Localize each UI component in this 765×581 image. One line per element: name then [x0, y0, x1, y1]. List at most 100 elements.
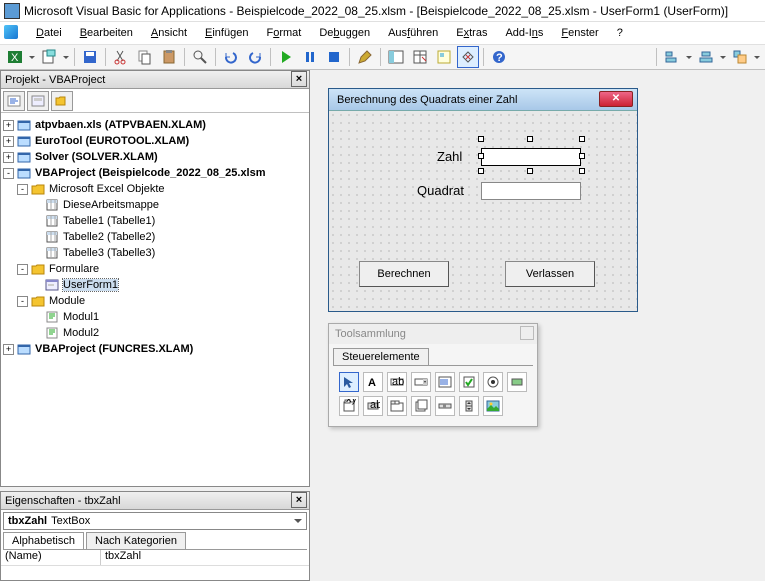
textbox-zahl[interactable] [481, 148, 581, 166]
tab-kategorien[interactable]: Nach Kategorien [86, 532, 186, 549]
dropdown-icon[interactable] [62, 56, 70, 59]
tab-alphabetisch[interactable]: Alphabetisch [3, 532, 84, 549]
object-selector-combo[interactable]: tbxZahl TextBox [3, 512, 307, 530]
expand-icon[interactable]: + [3, 344, 14, 355]
cut-button[interactable] [110, 46, 132, 68]
save-button[interactable] [79, 46, 101, 68]
resize-handle[interactable] [478, 168, 484, 174]
resize-handle[interactable] [579, 168, 585, 174]
redo-button[interactable] [244, 46, 266, 68]
tree-item[interactable]: UserForm1 [3, 277, 307, 293]
menu-help[interactable]: ? [609, 25, 631, 41]
toggle-folders-button[interactable] [51, 91, 73, 111]
tree-item[interactable]: +VBAProject (FUNCRES.XLAM) [3, 341, 307, 357]
find-button[interactable] [189, 46, 211, 68]
resize-handle[interactable] [527, 136, 533, 142]
view-object-button[interactable] [27, 91, 49, 111]
resize-handle[interactable] [478, 136, 484, 142]
toolbox-button[interactable] [457, 46, 479, 68]
properties-button[interactable] [409, 46, 431, 68]
tool-label[interactable]: A [363, 372, 383, 392]
tool-frame[interactable]: xy [339, 396, 359, 416]
copy-button[interactable] [134, 46, 156, 68]
paste-button[interactable] [158, 46, 180, 68]
menu-extras[interactable]: Extras [448, 25, 495, 41]
dropdown-icon[interactable] [685, 56, 693, 59]
tool-checkbox[interactable] [459, 372, 479, 392]
tree-item[interactable]: Modul2 [3, 325, 307, 341]
view-code-button[interactable] [3, 91, 25, 111]
menu-fenster[interactable]: Fenster [553, 25, 606, 41]
align-button[interactable] [661, 46, 683, 68]
userform-designer[interactable]: Berechnung des Quadrats einer Zahl ✕ Zah… [328, 88, 638, 312]
menu-addins[interactable]: Add-Ins [497, 25, 551, 41]
dropdown-icon[interactable] [28, 56, 36, 59]
tree-item[interactable]: -Microsoft Excel Objekte [3, 181, 307, 197]
menu-debuggen[interactable]: Debuggen [311, 25, 378, 41]
dropdown-icon[interactable] [753, 56, 761, 59]
tree-item[interactable]: -Module [3, 293, 307, 309]
tool-multipage[interactable] [411, 396, 431, 416]
tool-optionbutton[interactable] [483, 372, 503, 392]
expand-icon[interactable]: + [3, 120, 14, 131]
toolbox-titlebar[interactable]: Toolsammlung [329, 324, 537, 344]
view-excel-button[interactable]: X [4, 46, 26, 68]
tree-item[interactable]: +atpvbaen.xls (ATPVBAEN.XLAM) [3, 117, 307, 133]
menu-datei[interactable]: Datei [28, 25, 70, 41]
expand-icon[interactable]: - [17, 296, 28, 307]
tree-item[interactable]: -Formulare [3, 261, 307, 277]
tree-item[interactable]: Tabelle1 (Tabelle1) [3, 213, 307, 229]
close-icon[interactable]: × [291, 492, 307, 508]
expand-icon[interactable]: + [3, 152, 14, 163]
expand-icon[interactable]: + [3, 136, 14, 147]
tree-item[interactable]: Modul1 [3, 309, 307, 325]
project-tree[interactable]: +atpvbaen.xls (ATPVBAEN.XLAM)+EuroTool (… [1, 113, 309, 486]
resize-handle[interactable] [527, 168, 533, 174]
button-verlassen[interactable]: Verlassen [505, 261, 595, 287]
label-quadrat[interactable]: Quadrat [417, 183, 464, 198]
resize-handle[interactable] [478, 153, 484, 159]
close-icon[interactable]: × [291, 71, 307, 87]
design-mode-button[interactable] [354, 46, 376, 68]
property-row[interactable]: (Name) tbxZahl [1, 550, 309, 566]
toolbox-close-button[interactable] [520, 326, 534, 340]
tool-textbox[interactable]: ab [387, 372, 407, 392]
tool-combobox[interactable] [411, 372, 431, 392]
tool-listbox[interactable] [435, 372, 455, 392]
tree-item[interactable]: -VBAProject (Beispielcode_2022_08_25.xls… [3, 165, 307, 181]
tree-item[interactable]: Tabelle3 (Tabelle3) [3, 245, 307, 261]
tool-pointer[interactable] [339, 372, 359, 392]
tool-tabstrip[interactable] [387, 396, 407, 416]
tool-image[interactable] [483, 396, 503, 416]
project-explorer-button[interactable] [385, 46, 407, 68]
tool-togglebutton[interactable] [507, 372, 527, 392]
tree-item[interactable]: +EuroTool (EUROTOOL.XLAM) [3, 133, 307, 149]
tree-item[interactable]: Tabelle2 (Tabelle2) [3, 229, 307, 245]
object-browser-button[interactable] [433, 46, 455, 68]
expand-icon[interactable]: - [3, 168, 14, 179]
menu-bearbeiten[interactable]: Bearbeiten [72, 25, 141, 41]
toolbox-window[interactable]: Toolsammlung Steuerelemente A ab xy ab [328, 323, 538, 427]
size-button[interactable] [729, 46, 751, 68]
userform-body[interactable]: Zahl Quadrat Berechnen Verlassen [329, 111, 637, 311]
tool-commandbutton[interactable]: ab [363, 396, 383, 416]
button-berechnen[interactable]: Berechnen [359, 261, 449, 287]
label-zahl[interactable]: Zahl [437, 149, 462, 164]
properties-grid[interactable]: (Name) tbxZahl [1, 550, 309, 580]
menu-ausfuehren[interactable]: Ausführen [380, 25, 446, 41]
insert-button[interactable] [38, 46, 60, 68]
resize-handle[interactable] [579, 136, 585, 142]
toolbox-tab-controls[interactable]: Steuerelemente [333, 348, 429, 365]
expand-icon[interactable]: - [17, 264, 28, 275]
run-button[interactable] [275, 46, 297, 68]
expand-icon[interactable]: - [17, 184, 28, 195]
menu-format[interactable]: Format [258, 25, 309, 41]
userform-titlebar[interactable]: Berechnung des Quadrats einer Zahl ✕ [329, 89, 637, 111]
tool-spinbutton[interactable] [459, 396, 479, 416]
textbox-quadrat[interactable] [481, 182, 581, 200]
tree-item[interactable]: DieseArbeitsmappe [3, 197, 307, 213]
center-button[interactable] [695, 46, 717, 68]
break-button[interactable] [299, 46, 321, 68]
undo-button[interactable] [220, 46, 242, 68]
property-value[interactable]: tbxZahl [101, 550, 309, 565]
